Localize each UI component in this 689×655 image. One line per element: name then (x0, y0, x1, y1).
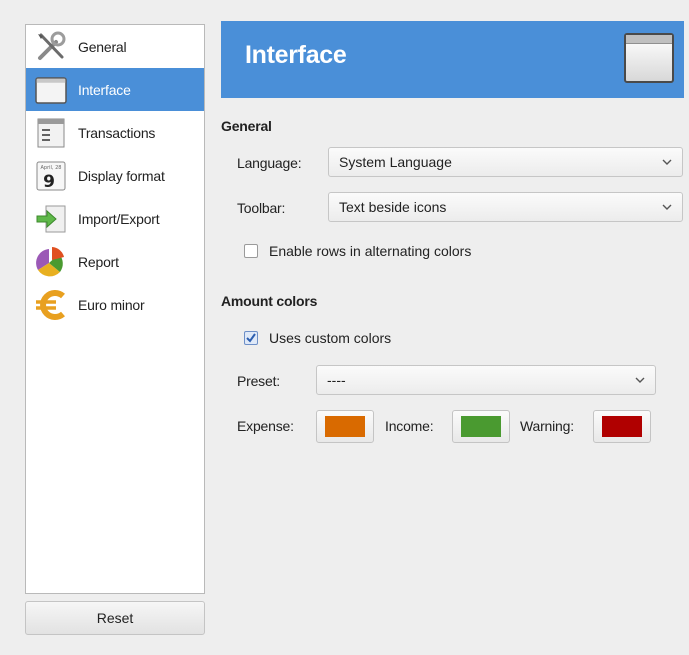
window-icon (624, 33, 674, 83)
warning-label: Warning: (520, 418, 574, 434)
sidebar-item-report[interactable]: Report (26, 240, 204, 283)
sidebar-item-interface[interactable]: Interface (26, 68, 204, 111)
warning-color-swatch (602, 416, 642, 437)
page-header: Interface (221, 21, 684, 98)
calendar-icon: April, 28 9 (34, 159, 68, 193)
alternating-colors-checkbox[interactable] (244, 244, 258, 258)
sidebar-item-label: General (78, 38, 127, 55)
alternating-colors-checkbox-row[interactable]: Enable rows in alternating colors (244, 243, 471, 259)
window-icon (34, 73, 68, 107)
warning-color-button[interactable] (593, 410, 651, 443)
reset-button[interactable]: Reset (25, 601, 205, 635)
language-label: Language: (237, 155, 302, 171)
preset-select[interactable]: ---- (316, 365, 656, 395)
chevron-down-icon (662, 204, 672, 210)
chevron-down-icon (635, 377, 645, 383)
sidebar-item-euro-minor[interactable]: Euro minor (26, 283, 204, 326)
document-list-icon (34, 116, 68, 150)
sidebar-item-label: Import/Export (78, 210, 160, 227)
custom-colors-label: Uses custom colors (269, 330, 392, 346)
calendar-day-text: 9 (43, 172, 55, 192)
preset-label: Preset: (237, 373, 280, 389)
sidebar-item-label: Report (78, 253, 119, 270)
amount-colors-section-title: Amount colors (221, 293, 318, 309)
calendar-month-text: April, 28 (41, 165, 62, 171)
chevron-down-icon (662, 159, 672, 165)
import-export-icon (34, 202, 68, 236)
custom-colors-checkbox-row[interactable]: Uses custom colors (244, 330, 391, 346)
pie-chart-icon (34, 245, 68, 279)
general-section-title: General (221, 118, 272, 134)
expense-label: Expense: (237, 418, 294, 434)
income-label: Income: (385, 418, 434, 434)
sidebar-item-general[interactable]: General (26, 25, 204, 68)
sidebar-item-label: Interface (78, 81, 131, 98)
expense-color-button[interactable] (316, 410, 374, 443)
language-select-value: System Language (339, 154, 452, 170)
toolbar-select[interactable]: Text beside icons (328, 192, 683, 222)
sidebar-item-transactions[interactable]: Transactions (26, 111, 204, 154)
sidebar-item-import-export[interactable]: Import/Export (26, 197, 204, 240)
preferences-sidebar: General Interface Transactions April, 28… (25, 24, 205, 594)
sidebar-item-label: Display format (78, 167, 165, 184)
sidebar-item-display-format[interactable]: April, 28 9 Display format (26, 154, 204, 197)
euro-icon (34, 288, 68, 322)
custom-colors-checkbox[interactable] (244, 331, 258, 345)
income-color-button[interactable] (452, 410, 510, 443)
language-select[interactable]: System Language (328, 147, 683, 177)
income-color-swatch (461, 416, 501, 437)
wrench-screwdriver-icon (34, 30, 68, 64)
toolbar-label: Toolbar: (237, 200, 286, 216)
alternating-colors-label: Enable rows in alternating colors (269, 243, 472, 259)
expense-color-swatch (325, 416, 365, 437)
page-title: Interface (245, 41, 347, 69)
sidebar-item-label: Euro minor (78, 296, 145, 313)
preset-select-value: ---- (327, 372, 346, 388)
toolbar-select-value: Text beside icons (339, 199, 447, 215)
checkmark-icon (246, 333, 256, 343)
sidebar-item-label: Transactions (78, 124, 156, 141)
